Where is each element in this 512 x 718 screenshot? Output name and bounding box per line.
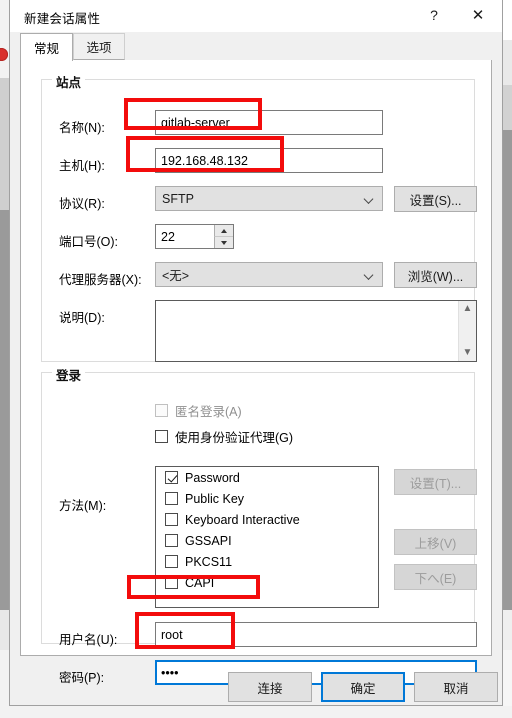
- new-session-properties-dialog: 新建会话属性 ? ✕ 常规 选项 站点 名称(N): gitlab-server…: [9, 0, 503, 706]
- help-icon[interactable]: ?: [412, 0, 456, 30]
- tab-strip: 常规 选项: [20, 33, 492, 61]
- tab-options[interactable]: 选项: [73, 33, 125, 60]
- method-item-label: GSSAPI: [185, 533, 232, 548]
- port-stepper-buttons[interactable]: [214, 225, 233, 248]
- method-settings-button[interactable]: 设置(T)...: [394, 469, 477, 495]
- chevron-down-icon: [365, 270, 374, 279]
- checkbox-box-icon: [165, 513, 178, 526]
- dialog-title: 新建会话属性: [24, 12, 101, 26]
- description-label: 说明(D):: [59, 311, 105, 325]
- port-increment-icon[interactable]: [214, 225, 233, 236]
- method-item-public-key[interactable]: Public Key: [156, 488, 378, 509]
- name-label: 名称(N):: [59, 121, 105, 135]
- checkbox-box-icon: [155, 430, 168, 443]
- checkbox-box-icon: [165, 555, 178, 568]
- title-bar: 新建会话属性 ? ✕: [10, 0, 502, 32]
- use-auth-agent-checkbox[interactable]: 使用身份验证代理(G): [155, 427, 293, 446]
- method-item-keyboard-interactive[interactable]: Keyboard Interactive: [156, 509, 378, 530]
- proxy-select-value: <无>: [162, 269, 190, 283]
- checkbox-box-icon: [165, 576, 178, 589]
- description-textarea[interactable]: ▲ ▼: [155, 300, 477, 362]
- port-decrement-icon[interactable]: [214, 236, 233, 248]
- connect-button[interactable]: 连接: [228, 672, 312, 702]
- proxy-select[interactable]: <无>: [155, 262, 383, 287]
- proxy-label: 代理服务器(X):: [59, 273, 142, 287]
- background-bottom-strip: [0, 706, 512, 718]
- protocol-select-value: SFTP: [162, 191, 194, 206]
- anonymous-login-label: 匿名登录(A): [175, 405, 242, 419]
- cancel-button[interactable]: 取消: [414, 672, 498, 702]
- tab-strip-filler: [125, 33, 492, 61]
- login-group-title: 登录: [52, 365, 86, 384]
- anonymous-login-checkbox[interactable]: 匿名登录(A): [155, 401, 242, 420]
- method-item-label: Password: [185, 470, 240, 485]
- move-up-button[interactable]: 上移(V): [394, 529, 477, 555]
- tab-general[interactable]: 常规: [20, 33, 73, 61]
- protocol-label: 协议(R):: [59, 197, 105, 211]
- tab-page-general: 站点 名称(N): gitlab-server 主机(H): 192.168.4…: [20, 60, 492, 685]
- checkbox-box-icon: [155, 404, 168, 417]
- proxy-browse-button[interactable]: 浏览(W)...: [394, 262, 477, 288]
- site-group-title: 站点: [52, 72, 86, 91]
- method-item-label: CAPI: [185, 575, 215, 590]
- protocol-settings-button[interactable]: 设置(S)...: [394, 186, 477, 212]
- checkbox-box-icon: [165, 471, 178, 484]
- name-input[interactable]: gitlab-server: [155, 110, 383, 135]
- use-auth-agent-label: 使用身份验证代理(G): [175, 431, 294, 445]
- chevron-down-icon: [365, 194, 374, 203]
- method-item-label: Keyboard Interactive: [185, 512, 300, 527]
- port-label: 端口号(O):: [59, 235, 119, 249]
- move-down-button[interactable]: 下へ(E): [394, 564, 477, 590]
- scroll-up-icon[interactable]: ▲: [463, 301, 473, 317]
- method-label: 方法(M):: [59, 499, 107, 513]
- scroll-down-icon[interactable]: ▼: [463, 345, 473, 361]
- username-label: 用户名(U):: [59, 633, 118, 647]
- host-input[interactable]: 192.168.48.132: [155, 148, 383, 173]
- checkbox-box-icon: [165, 492, 178, 505]
- method-item-password[interactable]: Password: [156, 467, 378, 488]
- login-group: 登录 匿名登录(A) 使用身份验证代理(G) 方法(M): Password Pu…: [41, 365, 477, 685]
- description-scrollbar[interactable]: ▲ ▼: [458, 301, 476, 361]
- password-label: 密码(P):: [59, 671, 105, 685]
- background-right-panel: [503, 0, 512, 718]
- host-label: 主机(H):: [59, 159, 105, 173]
- method-item-gssapi[interactable]: GSSAPI: [156, 530, 378, 551]
- protocol-select[interactable]: SFTP: [155, 186, 383, 211]
- checkbox-box-icon: [165, 534, 178, 547]
- method-listbox[interactable]: Password Public Key Keyboard Interactive GS…: [155, 466, 379, 608]
- background-left-panel: [0, 0, 9, 718]
- port-stepper[interactable]: 22: [155, 224, 234, 249]
- method-item-pkcs11[interactable]: PKCS11: [156, 551, 378, 572]
- close-icon[interactable]: ✕: [456, 0, 500, 30]
- method-item-label: Public Key: [185, 491, 245, 506]
- port-value: 22: [161, 229, 175, 244]
- username-input[interactable]: root: [155, 622, 477, 647]
- site-group: 站点 名称(N): gitlab-server 主机(H): 192.168.4…: [41, 72, 477, 362]
- ok-button[interactable]: 确定: [321, 672, 405, 702]
- method-item-capi[interactable]: CAPI: [156, 572, 378, 593]
- method-item-label: PKCS11: [185, 554, 233, 569]
